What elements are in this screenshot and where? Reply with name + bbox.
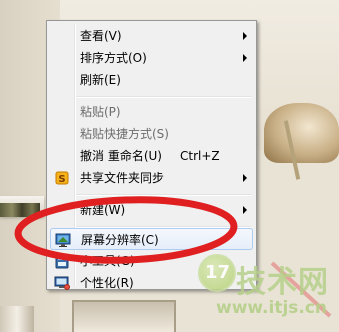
watermark-logo-text: 17 — [205, 262, 231, 283]
watermark-logo: 17 — [198, 254, 236, 292]
watermark-title: 技术网 — [236, 265, 329, 300]
watermark-url: www.itjs.cn — [216, 298, 328, 318]
